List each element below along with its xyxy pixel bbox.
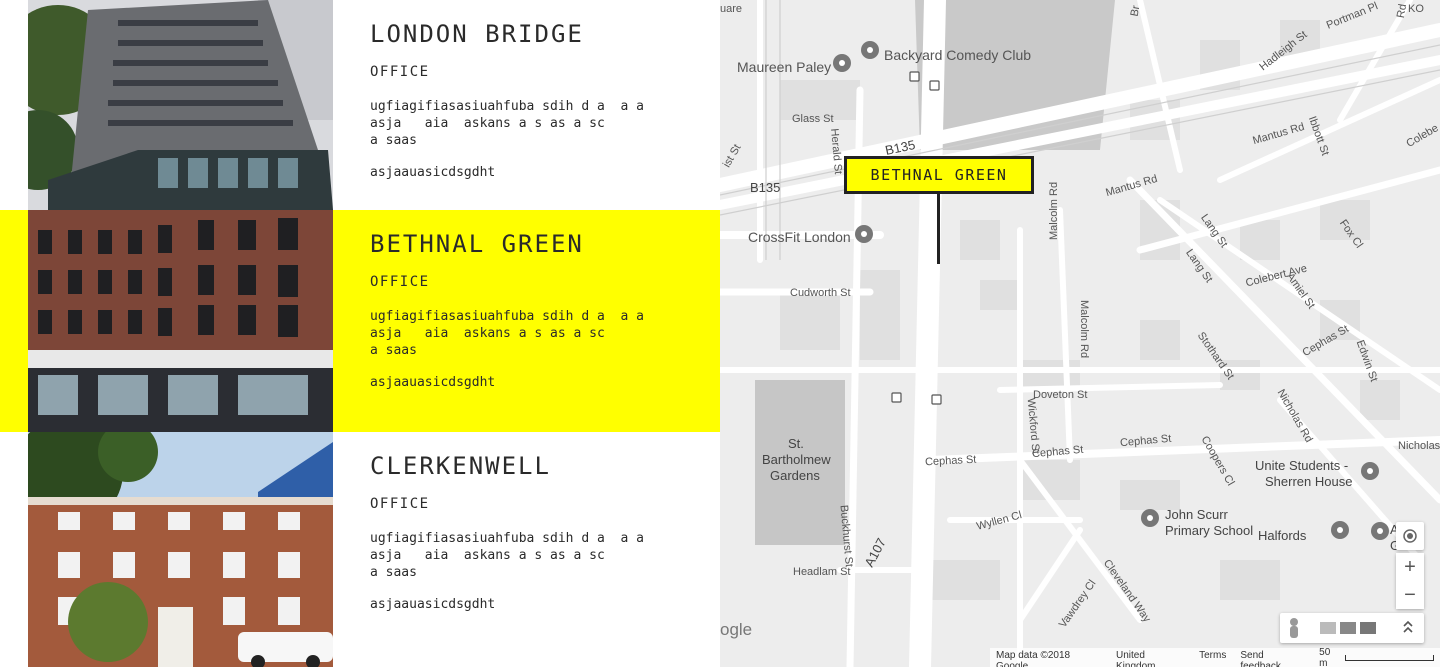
place-label[interactable]: Sherren House xyxy=(1265,474,1352,489)
office-name: BETHNAL GREEN xyxy=(370,230,584,258)
expand-up-icon[interactable] xyxy=(1403,620,1413,633)
office-extra: asjaauasicdsgdht xyxy=(370,165,496,180)
map-footer: Map data ©2018 Google United Kingdom Ter… xyxy=(990,647,1440,667)
office-photo-bethnal-green xyxy=(28,210,333,432)
office-type: OFFICE xyxy=(370,274,430,290)
place-label[interactable]: Backyard Comedy Club xyxy=(884,47,1031,63)
street-label: Cudworth St xyxy=(790,287,851,299)
map-data-credit: Map data ©2018 Google xyxy=(996,650,1071,667)
map-marker-pointer xyxy=(937,194,940,264)
map-marker-label[interactable]: BETHNAL GREEN xyxy=(844,156,1034,194)
my-location-button[interactable] xyxy=(1396,522,1424,550)
satellite-thumbnail-icon[interactable] xyxy=(1360,622,1376,634)
street-label: Headlam St xyxy=(793,566,851,578)
pegman-icon[interactable] xyxy=(1290,618,1298,638)
office-description: ugfiagifiasasiuahfuba sdih d a a a asja … xyxy=(370,309,644,358)
office-item-bethnal-green[interactable]: BETHNAL GREEN OFFICE ugfiagifiasasiuahfu… xyxy=(0,210,720,432)
street-label: Nicholas xyxy=(1398,440,1440,452)
place-label[interactable]: CrossFit London xyxy=(748,229,851,245)
place-label[interactable]: John Scurr xyxy=(1165,507,1228,522)
street-label: B135 xyxy=(750,180,781,195)
street-label: Doveton St xyxy=(1033,389,1088,401)
place-label: Bartholmew xyxy=(762,452,831,467)
office-type: OFFICE xyxy=(370,64,430,80)
office-item-london-bridge[interactable]: LONDON BRIDGE OFFICE ugfiagifiasasiuahfu… xyxy=(0,0,720,210)
street-label: Malcolm Rd xyxy=(1078,300,1090,359)
map[interactable]: Backyard Comedy Club Maureen Paley Cross… xyxy=(720,0,1440,667)
scale-bar xyxy=(1344,655,1434,661)
office-name: LONDON BRIDGE xyxy=(370,20,584,48)
street-label: Rd xyxy=(1394,3,1410,19)
map-region: United Kingdom xyxy=(1116,650,1156,667)
office-text: CLERKENWELL OFFICE ugfiagifiasasiuahfuba… xyxy=(370,432,700,612)
map-type-panel xyxy=(1280,613,1424,643)
place-label[interactable]: Primary School xyxy=(1165,523,1253,538)
office-name: CLERKENWELL xyxy=(370,452,551,480)
zoom-in-button[interactable]: + xyxy=(1396,553,1424,581)
street-label: KO xyxy=(1408,3,1424,15)
place-label: Gardens xyxy=(770,468,820,483)
place-label[interactable]: Unite Students - xyxy=(1255,458,1348,473)
office-description: ugfiagifiasasiuahfuba sdih d a a a asja … xyxy=(370,99,644,148)
street-label: uare xyxy=(720,3,743,15)
office-photo-clerkenwell xyxy=(28,432,333,667)
place-label: St. xyxy=(788,436,804,451)
office-text: LONDON BRIDGE OFFICE ugfiagifiasasiuahfu… xyxy=(370,0,700,180)
street-label: Malcolm Rd xyxy=(1048,181,1060,240)
place-label[interactable]: Halfords xyxy=(1258,528,1306,543)
office-extra: asjaauasicdsgdht xyxy=(370,597,496,612)
office-photo-london-bridge xyxy=(28,0,333,210)
office-text: BETHNAL GREEN OFFICE ugfiagifiasasiuahfu… xyxy=(370,210,700,390)
google-logo[interactable]: ogle xyxy=(720,620,752,640)
terrain-thumbnail-icon[interactable] xyxy=(1340,622,1356,634)
street-label: Glass St xyxy=(792,113,834,125)
map-scale: 50 m xyxy=(1319,647,1434,667)
office-list: LONDON BRIDGE OFFICE ugfiagifiasasiuahfu… xyxy=(0,0,720,667)
street-label: Br xyxy=(1128,4,1143,18)
location-icon xyxy=(1403,529,1417,543)
terms-link[interactable]: Terms xyxy=(1199,650,1226,666)
office-description: ugfiagifiasasiuahfuba sdih d a a a asja … xyxy=(370,531,644,580)
place-label[interactable]: Maureen Paley xyxy=(737,59,831,75)
send-feedback-link[interactable]: Send feedback xyxy=(1240,650,1305,667)
zoom-out-button[interactable]: − xyxy=(1396,581,1424,609)
office-item-clerkenwell[interactable]: CLERKENWELL OFFICE ugfiagifiasasiuahfuba… xyxy=(0,432,720,667)
office-type: OFFICE xyxy=(370,496,430,512)
zoom-control: + − xyxy=(1396,553,1424,609)
map-thumbnail-icon[interactable] xyxy=(1320,622,1336,634)
office-extra: asjaauasicdsgdht xyxy=(370,375,496,390)
